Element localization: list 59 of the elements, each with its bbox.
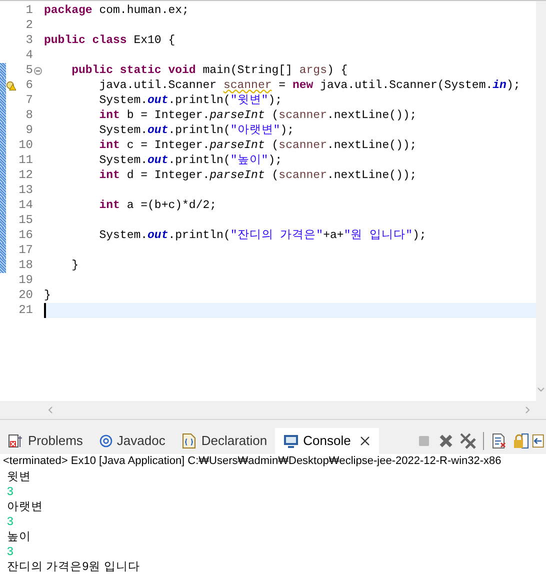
line-number: 20 xyxy=(18,288,33,303)
code-line: int d = Integer.parseInt (scanner.nextLine()); xyxy=(98,168,417,183)
line-number: 11 xyxy=(18,153,33,168)
line-number: 15 xyxy=(18,213,33,228)
line-number: 21 xyxy=(18,303,33,318)
panel-tab[interactable]: Console xyxy=(275,428,379,454)
code-line: } xyxy=(44,288,51,303)
code-line: System.out.println("잔디의 가격은"+a+"원 입니다"); xyxy=(98,228,426,243)
input-text: 3 xyxy=(7,545,14,560)
clear-document-icon xyxy=(491,433,507,449)
code-line: public static void main(String[] args) { xyxy=(70,63,348,78)
line-number: 4 xyxy=(24,48,33,63)
line-number: 3 xyxy=(24,33,33,48)
problems-icon xyxy=(8,433,24,449)
code-line: } xyxy=(70,258,79,273)
panel-tab[interactable]: Declaration xyxy=(173,428,276,454)
line-number: 2 xyxy=(24,18,33,33)
line-number: 18 xyxy=(18,258,33,273)
line-number: 10 xyxy=(18,138,33,153)
code-line: int b = Integer.parseInt (scanner.nextLine()); xyxy=(98,108,417,123)
line-number: 16 xyxy=(18,228,33,243)
line-number: 13 xyxy=(18,183,33,198)
code-line: System.out.println("높이"); xyxy=(98,153,282,168)
line-number: 17 xyxy=(18,243,33,258)
code-line: System.out.println("아랫변"); xyxy=(98,123,294,138)
code-line: java.util.Scanner scanner = new java.util.Scanner(System.in); xyxy=(98,78,520,93)
at-sign-icon xyxy=(98,434,113,448)
console-header: <terminated> Ex10 [Java Application] C:₩Users₩admin₩Desktop₩eclipse-jee-2022-12-R-win32-x86 xyxy=(2,454,502,469)
line-number: 9 xyxy=(24,123,33,138)
panel-tab[interactable]: Problems xyxy=(0,428,91,454)
line-number: 12 xyxy=(18,168,33,183)
line-number: 14 xyxy=(18,198,33,213)
output-text: 아랫변 xyxy=(7,500,43,515)
document-icon xyxy=(181,433,198,449)
line-number: 7 xyxy=(24,93,33,108)
code-line: int c = Integer.parseInt (scanner.nextLine()); xyxy=(98,138,417,153)
panel-tab[interactable]: Javadoc xyxy=(90,428,174,454)
monitor-icon xyxy=(283,433,300,449)
line-number: 5 xyxy=(24,63,33,78)
input-text: 3 xyxy=(7,515,14,530)
code-line: package com.human.ex; xyxy=(44,3,189,18)
collapse-icon[interactable] xyxy=(34,66,42,74)
text-cursor xyxy=(44,303,46,318)
code-line: public class Ex10 { xyxy=(44,33,176,48)
stop-icon xyxy=(417,434,431,448)
line-number: 19 xyxy=(18,273,33,288)
code-line: System.out.println("윗변"); xyxy=(98,93,282,108)
close-icon[interactable] xyxy=(358,435,371,447)
line-number: 6 xyxy=(24,78,33,93)
input-text: 3 xyxy=(7,485,14,500)
lock-icon xyxy=(513,433,529,449)
output-text: 잔디의 가격은9원 입니다 xyxy=(7,560,140,575)
double-x-icon xyxy=(459,432,477,450)
output-text: 윗변 xyxy=(7,470,31,485)
code-line: int a =(b+c)*d/2; xyxy=(98,198,217,213)
line-number: 8 xyxy=(24,108,33,123)
line-number: 1 xyxy=(24,3,33,18)
close-icon xyxy=(438,433,454,449)
output-text: 높이 xyxy=(7,530,31,545)
